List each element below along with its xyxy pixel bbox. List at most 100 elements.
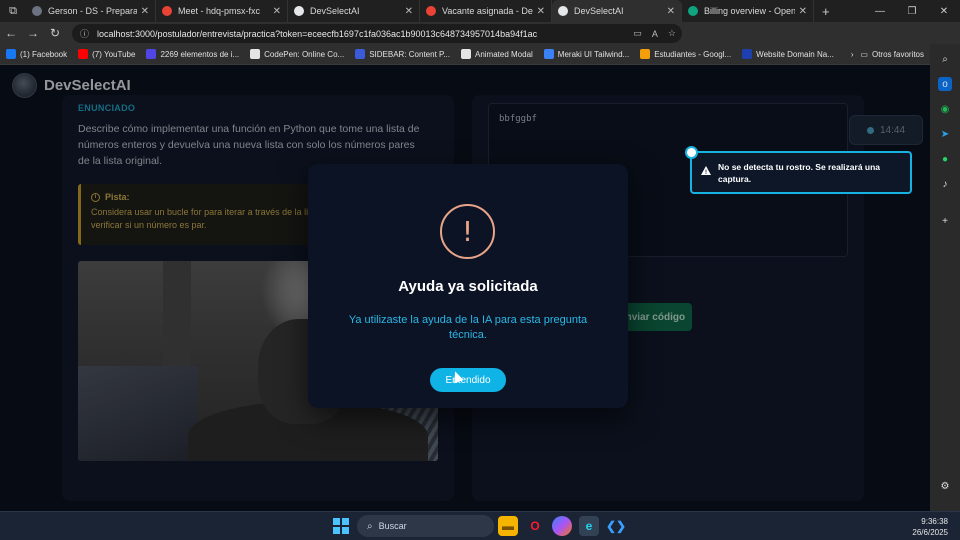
close-tab-icon[interactable]: ✕ bbox=[537, 6, 545, 17]
toast-handle[interactable] bbox=[685, 146, 698, 159]
tab-title: Billing overview - OpenAI A bbox=[704, 6, 795, 16]
bookmark-label: Meraki UI Tailwind... bbox=[557, 49, 630, 59]
browser-tab-strip: ⧉ Gerson - DS - Preparación p ✕ Meet - h… bbox=[0, 0, 960, 22]
browser-tab[interactable]: DevSelectAI ✕ bbox=[288, 0, 420, 22]
taskbar-apps: ▬ O e ❮❯ bbox=[498, 516, 626, 536]
edge-icon[interactable]: e bbox=[579, 516, 599, 536]
tab-favicon-icon bbox=[688, 6, 698, 16]
read-aloud-icon[interactable]: A bbox=[652, 29, 658, 39]
browser-tab-active[interactable]: DevSelectAI ✕ bbox=[552, 0, 682, 22]
close-tab-icon[interactable]: ✕ bbox=[273, 6, 281, 17]
exclamation-icon: ! bbox=[440, 204, 495, 259]
bookmark-item[interactable]: CodePen: Online Co... bbox=[250, 49, 344, 59]
clock-date: 26/6/2025 bbox=[912, 528, 948, 537]
windows-start-icon[interactable] bbox=[333, 518, 349, 534]
close-tab-icon[interactable]: ✕ bbox=[405, 6, 413, 17]
minimize-icon[interactable]: — bbox=[864, 0, 896, 22]
favorite-star-icon[interactable]: ☆ bbox=[668, 28, 676, 39]
bookmark-item[interactable]: Meraki UI Tailwind... bbox=[543, 49, 630, 59]
workspaces-icon[interactable]: ⧉ bbox=[0, 0, 26, 22]
add-app-icon[interactable]: + bbox=[938, 214, 952, 228]
forward-icon[interactable]: → bbox=[22, 22, 44, 44]
file-explorer-icon[interactable]: ▬ bbox=[498, 516, 518, 536]
vscode-icon[interactable]: ❮❯ bbox=[606, 516, 626, 536]
tab-title: DevSelectAI bbox=[310, 6, 360, 16]
bookmark-item[interactable]: SIDEBAR: Content P... bbox=[355, 49, 450, 59]
bookmark-label: SIDEBAR: Content P... bbox=[369, 49, 450, 59]
modal-message: Ya utilizaste la ayuda de la IA para est… bbox=[348, 314, 588, 341]
bookmark-item[interactable]: Estudiantes - Googl... bbox=[640, 49, 731, 59]
copilot-app-icon[interactable] bbox=[552, 516, 572, 536]
warning-icon bbox=[701, 166, 711, 179]
bookmark-item[interactable]: (1) Facebook bbox=[6, 49, 67, 59]
telegram-icon[interactable]: ➤ bbox=[938, 127, 952, 141]
bookmark-label: 2269 elementos de i... bbox=[160, 49, 240, 59]
bookmark-item[interactable]: 2269 elementos de i... bbox=[146, 49, 239, 59]
navigation-bar: ← → ↻ ⓘ localhost:3000/postulador/entrev… bbox=[0, 22, 960, 62]
bookmark-label: CodePen: Online Co... bbox=[264, 49, 345, 59]
bookmarks-bar: (1) Facebook (7) YouTube 2269 elementos … bbox=[0, 44, 930, 65]
help-requested-modal: ! Ayuda ya solicitada Ya utilizaste la a… bbox=[308, 164, 628, 408]
close-tab-icon[interactable]: ✕ bbox=[667, 6, 675, 17]
browser-tab[interactable]: Meet - hdq-pmsx-fxc ✕ bbox=[156, 0, 288, 22]
bookmark-site-icon bbox=[355, 49, 366, 59]
outlook-icon[interactable]: o bbox=[938, 77, 952, 91]
reload-icon[interactable]: ↻ bbox=[44, 22, 66, 44]
site-info-icon[interactable]: ⓘ bbox=[80, 27, 89, 40]
address-bar-actions: ▭ A ☆ bbox=[633, 24, 676, 43]
search-icon[interactable]: ⌕ bbox=[938, 52, 952, 66]
facebook-icon bbox=[6, 49, 16, 59]
other-bookmarks-label: Otros favoritos bbox=[871, 49, 924, 59]
bookmark-site-icon bbox=[742, 49, 753, 59]
bookmark-site-icon bbox=[146, 49, 157, 59]
opera-icon[interactable]: O bbox=[525, 516, 545, 536]
window-controls: — ❐ ✕ bbox=[864, 0, 960, 22]
bookmark-item[interactable]: (7) YouTube bbox=[78, 49, 135, 59]
close-tab-icon[interactable]: ✕ bbox=[141, 6, 149, 17]
tab-title: Meet - hdq-pmsx-fxc bbox=[178, 6, 261, 16]
clock-time: 9:36:38 bbox=[921, 517, 948, 526]
tab-favicon-icon bbox=[32, 6, 42, 16]
understood-button[interactable]: Entendido bbox=[430, 368, 506, 392]
url-text: localhost:3000/postulador/entrevista/pra… bbox=[97, 28, 538, 39]
whatsapp-icon[interactable]: ● bbox=[938, 152, 952, 166]
new-tab-icon[interactable]: + bbox=[822, 4, 830, 19]
search-icon: ⌕ bbox=[367, 520, 373, 532]
tab-favicon-icon bbox=[558, 6, 568, 16]
browser-tab[interactable]: Vacante asignada - Dev ✕ bbox=[420, 0, 552, 22]
maximize-icon[interactable]: ❐ bbox=[896, 0, 928, 22]
chevron-right-icon[interactable]: › bbox=[851, 50, 854, 59]
google-drive-icon bbox=[640, 49, 651, 59]
bookmark-label: Animated Modal bbox=[474, 49, 533, 59]
back-icon[interactable]: ← bbox=[0, 22, 22, 44]
bookmark-label: Website Domain Na... bbox=[756, 49, 834, 59]
spotify-icon[interactable]: ◉ bbox=[938, 102, 952, 116]
address-bar[interactable]: ⓘ localhost:3000/postulador/entrevista/p… bbox=[72, 24, 682, 43]
camera-permission-icon[interactable]: ▭ bbox=[633, 28, 642, 39]
system-clock[interactable]: 9:36:38 26/6/2025 bbox=[912, 516, 948, 538]
close-tab-icon[interactable]: ✕ bbox=[799, 6, 807, 17]
modal-title: Ayuda ya solicitada bbox=[398, 278, 538, 295]
meraki-icon bbox=[543, 49, 554, 59]
close-window-icon[interactable]: ✕ bbox=[928, 0, 960, 22]
bookmark-item[interactable]: Animated Modal bbox=[460, 49, 533, 59]
face-warning-toast: No se detecta tu rostro. Se realizará un… bbox=[685, 146, 912, 194]
tab-title: Vacante asignada - Dev bbox=[442, 6, 533, 16]
tab-favicon-icon bbox=[162, 6, 172, 16]
settings-gear-icon[interactable]: ⚙ bbox=[938, 479, 952, 493]
page-viewport: DevSelectAI ENUNCIADO Describe cómo impl… bbox=[0, 65, 930, 511]
taskbar-search[interactable]: ⌕ Buscar bbox=[357, 515, 494, 537]
bookmark-site-icon bbox=[460, 49, 471, 59]
bookmark-item[interactable]: Website Domain Na... bbox=[742, 49, 834, 59]
browser-tab[interactable]: Gerson - DS - Preparación p ✕ bbox=[26, 0, 156, 22]
tiktok-icon[interactable]: ♪ bbox=[938, 177, 952, 191]
tab-title: Gerson - DS - Preparación p bbox=[48, 6, 137, 16]
tab-favicon-icon bbox=[294, 6, 304, 16]
browser-tab[interactable]: Billing overview - OpenAI A ✕ bbox=[682, 0, 814, 22]
other-bookmarks[interactable]: ▭ Otros favoritos bbox=[860, 50, 924, 59]
windows-taskbar: ⌕ Buscar ▬ O e ❮❯ 9:36:38 26/6/2025 bbox=[0, 511, 960, 540]
tab-favicon-icon bbox=[426, 6, 436, 16]
bookmark-label: Estudiantes - Googl... bbox=[654, 49, 732, 59]
bookmark-label: (1) Facebook bbox=[20, 49, 68, 59]
bookmark-label: (7) YouTube bbox=[92, 49, 136, 59]
